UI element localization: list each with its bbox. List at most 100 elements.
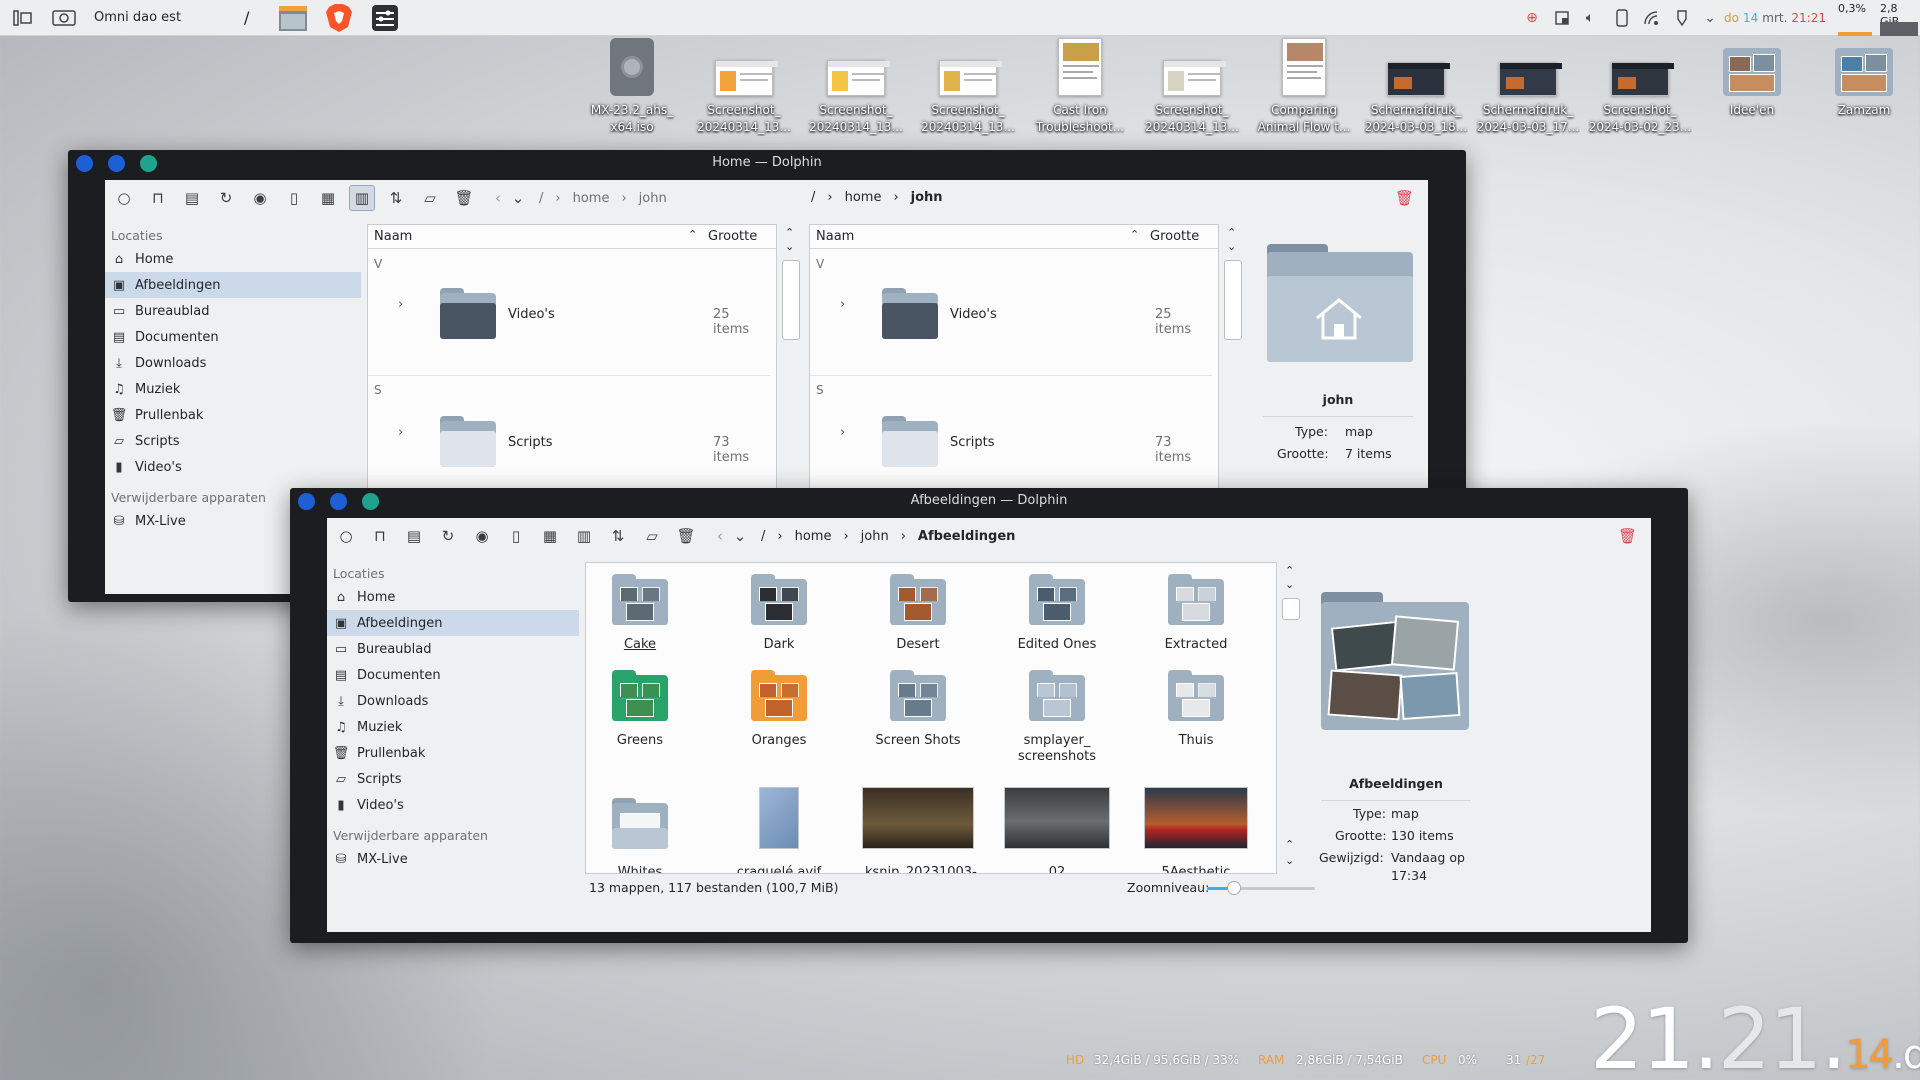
grid-item[interactable]: Desert	[865, 571, 971, 671]
crumb-john[interactable]: john	[861, 529, 889, 544]
crumb-root[interactable]: /	[811, 190, 815, 205]
grid-item[interactable]: Thuis	[1143, 667, 1249, 767]
crumb-root[interactable]: /	[761, 529, 765, 544]
desktop-icon[interactable]: Screenshot_ 2024-03-02_23...	[1586, 44, 1694, 136]
place-item[interactable]: ⤓ Downloads	[105, 350, 361, 376]
crumb-home[interactable]: home	[573, 191, 610, 206]
place-item[interactable]: ⌂ Home	[327, 584, 579, 610]
eye-icon[interactable]: ◉	[469, 523, 495, 549]
list-item[interactable]: › Video's 25 items	[368, 267, 768, 347]
desktop-icon[interactable]: Comparing Animal Flow t...	[1250, 38, 1358, 136]
volume-icon[interactable]: 🔈︎	[1580, 8, 1600, 28]
clipboard-icon[interactable]	[1552, 8, 1572, 28]
column-name[interactable]: Naam	[816, 229, 854, 244]
scroll-thumb[interactable]	[1282, 598, 1300, 620]
grid-item[interactable]: Whites	[587, 781, 693, 873]
sort-icon[interactable]: ⇅	[383, 185, 409, 211]
desktop-icon[interactable]: MX-23.2_ahs_ x64.iso	[578, 38, 686, 136]
network-icon[interactable]	[1642, 8, 1662, 28]
expand-icon[interactable]: ›	[840, 297, 845, 312]
chevron-down-icon[interactable]: ⌄	[505, 185, 531, 211]
list-item[interactable]: › Scripts 73 items	[368, 395, 768, 475]
place-item[interactable]: ⤓ Downloads	[327, 688, 579, 714]
place-item[interactable]: ▮ Video's	[327, 792, 579, 818]
chevron-down-icon[interactable]: ⌄	[1700, 8, 1720, 28]
list-item[interactable]: › Video's 25 items	[810, 267, 1210, 347]
title-bar[interactable]: Afbeeldingen — Dolphin	[290, 488, 1688, 514]
place-mx-live[interactable]: ⛁ MX-Live	[327, 846, 579, 872]
desktop-icon[interactable]: Screenshot_ 20240314_13...	[802, 44, 910, 136]
grid-item[interactable]: Screen Shots	[865, 667, 971, 767]
trash-icon[interactable]: 🗑︎	[451, 185, 477, 211]
place-item[interactable]: ▣ Afbeeldingen	[105, 272, 361, 298]
scroll-thumb[interactable]	[782, 260, 800, 340]
desktop-icon[interactable]: Zamzam	[1810, 44, 1918, 119]
brave-browser-icon[interactable]	[324, 3, 354, 33]
place-item[interactable]: ▱ Scripts	[327, 766, 579, 792]
scroll-down-icon[interactable]: ⌄	[1285, 854, 1294, 867]
place-item[interactable]: 🗑︎ Prullenbak	[105, 402, 361, 428]
place-item[interactable]: ▱ Scripts	[105, 428, 361, 454]
details-view-icon[interactable]: ▥	[571, 523, 597, 549]
expand-icon[interactable]: ›	[840, 425, 845, 440]
desktop-icon[interactable]: Screenshot_ 20240314_13...	[914, 44, 1022, 136]
cpu-monitor[interactable]: 0,3%	[1838, 2, 1874, 36]
scroll-down-icon[interactable]: ⌄	[1227, 240, 1236, 253]
desktop-icon[interactable]: Screenshot_ 20240314_13...	[690, 44, 798, 136]
place-item[interactable]: 🗑︎ Prullenbak	[327, 740, 579, 766]
eye-icon[interactable]: ◉	[247, 185, 273, 211]
scrollbar[interactable]: ⌃ ⌄ ⌃ ⌄	[1279, 562, 1303, 874]
chevron-down-icon[interactable]: ⌄	[727, 523, 753, 549]
expand-icon[interactable]: ›	[398, 297, 403, 312]
bookmark-icon[interactable]: ⊓	[145, 185, 171, 211]
grid-item[interactable]: craquelé.avif	[726, 781, 832, 873]
crumb-afbeeldingen[interactable]: Afbeeldingen	[918, 529, 1016, 544]
scroll-up-icon[interactable]: ⌃	[1285, 838, 1294, 851]
expand-icon[interactable]: ›	[398, 425, 403, 440]
desktop-icon[interactable]: Schermafdruk_ 2024-03-03_17...	[1474, 44, 1582, 136]
screenshot-icon[interactable]	[52, 9, 76, 27]
grid-item[interactable]: 02d691746dbd571447	[1004, 781, 1110, 873]
sort-icon[interactable]: ⇅	[605, 523, 631, 549]
panel-clock[interactable]: do 14 mrt. 21:21	[1724, 11, 1826, 25]
grid-item[interactable]: Cake	[587, 571, 693, 671]
zoom-slider[interactable]	[1207, 881, 1315, 895]
file-manager-launcher-icon[interactable]	[278, 3, 308, 33]
details-view-icon[interactable]: ▥	[349, 185, 375, 211]
grid-item[interactable]: Dark	[726, 571, 832, 671]
grid-item[interactable]: 5Aesthetic Scenery381.jpg	[1143, 781, 1249, 873]
new-file-icon[interactable]: ▱	[639, 523, 665, 549]
crumb-john[interactable]: john	[911, 190, 943, 205]
dolphin-window-afbeeldingen[interactable]: Afbeeldingen — Dolphin ○ ⊓ ▤ ↻ ◉ ▯ ▦ ▥ ⇅…	[290, 488, 1688, 943]
crumb-root[interactable]: /	[539, 191, 543, 206]
grid-item[interactable]: Extracted	[1143, 571, 1249, 671]
place-item[interactable]: ▭ Bureaublad	[327, 636, 579, 662]
icons-view-icon[interactable]: ▦	[537, 523, 563, 549]
scroll-down-icon[interactable]: ⌄	[1285, 578, 1294, 591]
memory-monitor[interactable]: 2,8 GiB	[1880, 2, 1918, 36]
settings-app-icon[interactable]	[370, 3, 400, 33]
place-item[interactable]: ⌂ Home	[105, 246, 361, 272]
zoom-slider-handle[interactable]	[1227, 881, 1241, 895]
place-item[interactable]: ♫ Muziek	[327, 714, 579, 740]
grid-item[interactable]: Edited Ones	[1004, 571, 1110, 671]
list-item[interactable]: › Scripts 73 items	[810, 395, 1210, 475]
power-icon[interactable]	[1672, 8, 1692, 28]
refresh-icon[interactable]: ↻	[213, 185, 239, 211]
update-notifier-icon[interactable]: ⊕	[1522, 8, 1542, 28]
place-item[interactable]: ▣ Afbeeldingen	[327, 610, 579, 636]
desktop-switch-icon[interactable]	[12, 8, 34, 28]
bookmark-icon[interactable]: ⊓	[367, 523, 393, 549]
place-item[interactable]: ▭ Bureaublad	[105, 298, 361, 324]
panel-icon[interactable]: ▤	[401, 523, 427, 549]
icon-view[interactable]: CakeDarkDesertEdited OnesExtractedFaceGr…	[585, 562, 1277, 874]
refresh-icon[interactable]: ↻	[435, 523, 461, 549]
phone-connect-icon[interactable]	[1612, 8, 1632, 28]
desktop-icon[interactable]: Screenshot_ 20240314_13...	[1138, 44, 1246, 136]
close-split-icon[interactable]: 🗑︎	[1395, 189, 1414, 207]
crumb-home[interactable]: home	[845, 190, 882, 205]
desktop-icon[interactable]: Idee'en	[1698, 44, 1806, 119]
place-item[interactable]: ▮ Video's	[105, 454, 361, 480]
scroll-thumb[interactable]	[1224, 260, 1242, 340]
trash-red-icon[interactable]: 🗑︎	[1618, 527, 1637, 545]
